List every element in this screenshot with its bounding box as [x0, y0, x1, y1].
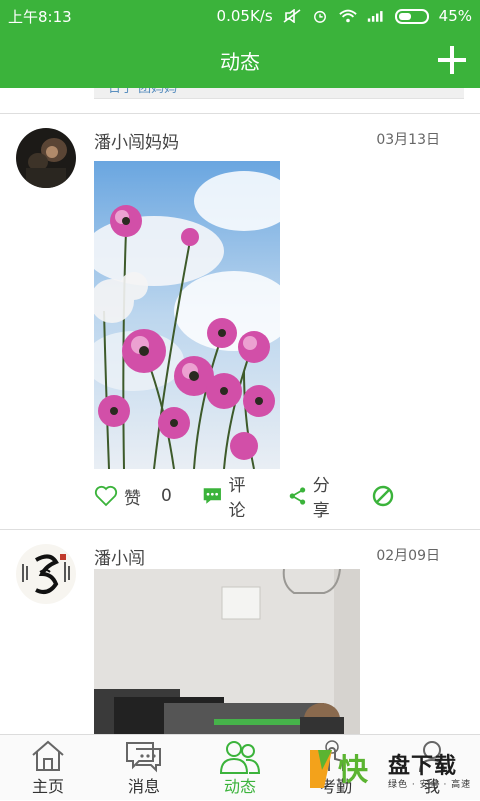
watermark-title: 盘下载: [388, 754, 458, 779]
nav-bar: 动态: [0, 32, 480, 88]
message-icon: [126, 742, 161, 773]
moments-icon: [219, 741, 261, 774]
mute-icon: [283, 9, 301, 23]
tab-messages[interactable]: 消息: [96, 735, 192, 801]
previous-post: 日子 团妈妈: [0, 88, 480, 114]
battery-level: 45%: [438, 7, 472, 25]
signal-icon: [367, 11, 383, 22]
comment-button[interactable]: 评论: [202, 471, 258, 521]
add-post-button[interactable]: [438, 46, 466, 74]
comment-label: 评论: [228, 476, 246, 521]
site-watermark: 快 盘下载 绿色 · 安全 · 高速: [308, 746, 480, 794]
avatar[interactable]: [16, 128, 76, 188]
status-bar: 上午8:13 0.05K/s 45%: [0, 0, 480, 32]
post-date: 03月13日: [376, 132, 440, 148]
share-button[interactable]: 分享: [288, 471, 342, 521]
post-card: 潘小闯 02月09日: [0, 530, 480, 734]
home-icon: [32, 740, 64, 771]
tab-home[interactable]: 主页: [0, 735, 96, 801]
network-speed: 0.05K/s: [216, 7, 273, 25]
post-author[interactable]: 潘小闯妈妈: [94, 128, 179, 153]
like-label: 赞: [124, 488, 141, 509]
block-icon: [372, 485, 394, 507]
post-photo[interactable]: [94, 161, 280, 469]
share-label: 分享: [312, 476, 330, 521]
post-author[interactable]: 潘小闯: [94, 544, 145, 569]
post-date: 02月09日: [376, 548, 440, 564]
watermark-subtitle: 绿色 · 安全 · 高速: [388, 780, 472, 790]
watermark-logo-glyph: 快: [338, 753, 369, 788]
wifi-icon: [338, 9, 357, 23]
alarm-icon: [313, 10, 326, 23]
tab-moments[interactable]: 动态: [192, 735, 288, 801]
post-card: 潘小闯妈妈 03月13日 赞 0 评论 分享: [0, 114, 480, 530]
battery-icon: [394, 8, 429, 24]
tab-label: 动态: [223, 777, 256, 796]
post-actions: 赞 0 评论 分享: [94, 476, 424, 521]
avatar[interactable]: [16, 544, 76, 604]
watermark-logo: 快: [310, 750, 369, 788]
comment-icon: [203, 488, 221, 504]
page-title: 动态: [220, 49, 260, 74]
block-button[interactable]: [372, 485, 394, 507]
share-icon: [289, 487, 305, 505]
heart-icon: [94, 485, 118, 507]
status-indicators: 0.05K/s 45%: [217, 7, 472, 25]
post-photo[interactable]: [94, 569, 360, 734]
previous-post-quote: 日子 团妈妈: [94, 88, 464, 99]
tab-label: 消息: [127, 777, 160, 796]
tab-label: 主页: [31, 777, 64, 796]
like-button[interactable]: 赞 0: [94, 484, 172, 509]
status-time: 上午8:13: [8, 7, 72, 26]
like-count: 0: [161, 486, 172, 506]
